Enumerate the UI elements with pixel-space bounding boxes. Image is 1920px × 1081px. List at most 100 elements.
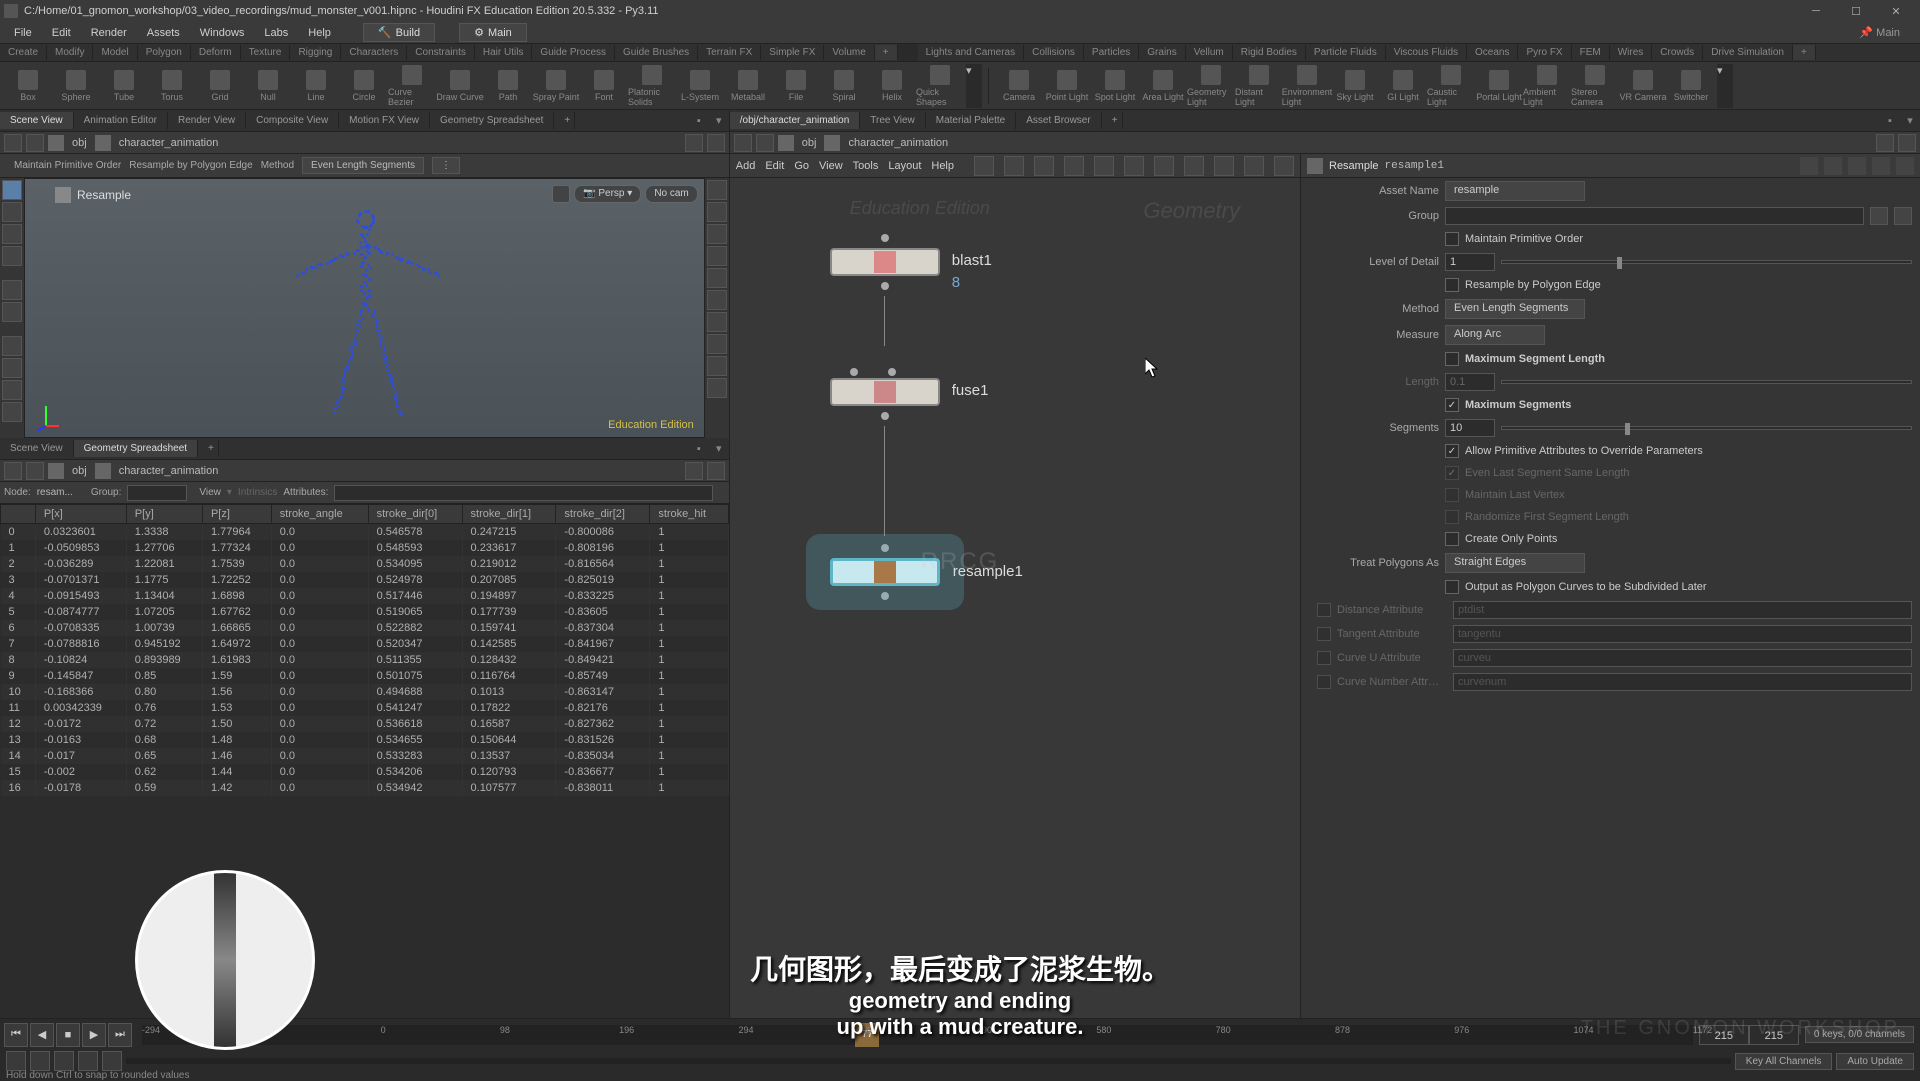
maxlen-checkbox[interactable] xyxy=(1445,352,1459,366)
shelf-tab[interactable]: Modify xyxy=(47,45,93,60)
shelf-tool[interactable]: VR Camera xyxy=(1619,64,1667,108)
shelf-tool[interactable]: Ambient Light xyxy=(1523,64,1571,108)
shelf-tool[interactable]: Draw Curve xyxy=(436,64,484,108)
group-arrow-icon[interactable] xyxy=(1894,207,1912,225)
viewport[interactable]: Resample 📷 Persp ▾ No cam Education Edit… xyxy=(24,178,705,438)
net-tool-icon[interactable] xyxy=(1124,156,1144,176)
shelf-tool[interactable]: Curve Bezier xyxy=(388,64,436,108)
obj-icon[interactable] xyxy=(48,135,64,151)
group-input[interactable] xyxy=(1445,207,1864,225)
shelf-tab[interactable]: Oceans xyxy=(1467,45,1518,60)
shelf-tab[interactable]: Drive Simulation xyxy=(1703,45,1793,60)
shelf-tool[interactable]: Spiral xyxy=(820,64,868,108)
net-menu-edit[interactable]: Edit xyxy=(765,160,784,172)
bb-icon[interactable] xyxy=(78,1051,98,1071)
column-header[interactable]: P[y] xyxy=(126,505,202,524)
tool-icon[interactable] xyxy=(2,336,22,356)
table-row[interactable]: 13-0.01630.681.480.00.5346550.150644-0.8… xyxy=(1,732,729,748)
createpoints-checkbox[interactable] xyxy=(1445,532,1459,546)
net-tool-icon[interactable] xyxy=(1004,156,1024,176)
shelf-tool[interactable]: Stereo Camera xyxy=(1571,64,1619,108)
net-tool-icon[interactable] xyxy=(974,156,994,176)
gear-icon[interactable] xyxy=(1800,157,1818,175)
nav-fwd-icon[interactable] xyxy=(26,134,44,152)
table-row[interactable]: 6-0.07083351.007391.668650.00.5228820.15… xyxy=(1,620,729,636)
shelf-tool[interactable]: Null xyxy=(244,64,292,108)
pane-menu-icon[interactable]: ▾ xyxy=(709,111,729,131)
table-row[interactable]: 7-0.07888160.9451921.649720.00.5203470.1… xyxy=(1,636,729,652)
tool-icon[interactable] xyxy=(2,224,22,244)
intrinsics-label[interactable]: Intrinsics xyxy=(238,487,277,498)
net-menu-tools[interactable]: Tools xyxy=(853,160,879,172)
shelf-tab[interactable]: Vellum xyxy=(1186,45,1233,60)
arrow-tool-icon[interactable] xyxy=(2,280,22,300)
shelf-tool[interactable]: Metaball xyxy=(724,64,772,108)
column-header[interactable]: stroke_angle xyxy=(271,505,368,524)
method-select[interactable]: Even Length Segments xyxy=(1445,299,1585,319)
column-header[interactable] xyxy=(1,505,36,524)
curveu-checkbox[interactable] xyxy=(1317,651,1331,665)
segments-input[interactable]: 10 xyxy=(1445,419,1495,437)
expand-icon[interactable] xyxy=(707,462,725,480)
pane-maximize-icon[interactable]: ▪ xyxy=(1880,111,1900,131)
shelf-tool[interactable]: Sphere xyxy=(52,64,100,108)
shelf-tab[interactable]: Terrain FX xyxy=(698,45,761,60)
table-row[interactable]: 8-0.108240.8939891.619830.00.5113550.128… xyxy=(1,652,729,668)
shelf-tool[interactable]: Caustic Light xyxy=(1427,64,1475,108)
shelf-tool[interactable]: Switcher xyxy=(1667,64,1715,108)
shelf-tab[interactable]: Texture xyxy=(241,45,291,60)
play-play-icon[interactable]: ▶ xyxy=(82,1023,106,1047)
table-row[interactable]: 10-0.1683660.801.560.00.4946880.1013-0.8… xyxy=(1,684,729,700)
tool-icon[interactable] xyxy=(2,380,22,400)
display-tool-icon[interactable] xyxy=(707,202,727,222)
shelf-dropdown-left[interactable]: ▾ xyxy=(966,64,982,108)
lod-input[interactable]: 1 xyxy=(1445,253,1495,271)
net-path-node[interactable]: character_animation xyxy=(844,137,952,149)
close-button[interactable]: ✕ xyxy=(1876,0,1916,22)
display-tool-icon[interactable] xyxy=(707,180,727,200)
play-first-icon[interactable]: ⏮ xyxy=(4,1023,28,1047)
minimize-button[interactable]: ─ xyxy=(1796,0,1836,22)
bb-icon[interactable] xyxy=(30,1051,50,1071)
shelf-tool[interactable]: Spray Paint xyxy=(532,64,580,108)
shelf-tab-add-right[interactable]: + xyxy=(1793,45,1816,60)
lock-tool-icon[interactable] xyxy=(2,302,22,322)
vh-resample[interactable]: Resample by Polygon Edge xyxy=(129,160,252,171)
table-row[interactable]: 12-0.01720.721.500.00.5366180.16587-0.82… xyxy=(1,716,729,732)
shelf-tab[interactable]: Volume xyxy=(824,45,874,60)
shelf-tool[interactable]: Geometry Light xyxy=(1187,64,1235,108)
menu-windows[interactable]: Windows xyxy=(192,25,253,41)
display-tool-icon[interactable] xyxy=(707,268,727,288)
pane-tab[interactable]: Asset Browser xyxy=(1016,112,1101,129)
maintain-checkbox[interactable] xyxy=(1445,232,1459,246)
table-row[interactable]: 00.03236011.33381.779640.00.5465780.2472… xyxy=(1,524,729,541)
shelf-tab[interactable]: Create xyxy=(0,45,47,60)
shelf-tab[interactable]: FEM xyxy=(1572,45,1610,60)
shelf-tab[interactable]: Grains xyxy=(1139,45,1185,60)
shelf-tool[interactable]: Portal Light xyxy=(1475,64,1523,108)
net-tool-icon[interactable] xyxy=(1184,156,1204,176)
path-obj2[interactable]: obj xyxy=(68,465,91,477)
pane-tab[interactable]: Tree View xyxy=(860,112,925,129)
pane-tab-add[interactable]: + xyxy=(198,440,219,457)
pane-maximize-icon[interactable]: ▪ xyxy=(689,111,709,131)
shelf-tool[interactable]: Point Light xyxy=(1043,64,1091,108)
auto-update-button[interactable]: Auto Update xyxy=(1836,1053,1914,1070)
tool-icon[interactable] xyxy=(2,202,22,222)
net-menu-go[interactable]: Go xyxy=(794,160,809,172)
shelf-tool[interactable]: Platonic Solids xyxy=(628,64,676,108)
spreadsheet-table[interactable]: P[x]P[y]P[z]stroke_anglestroke_dir[0]str… xyxy=(0,504,729,1050)
maxseg-checkbox[interactable] xyxy=(1445,398,1459,412)
treat-select[interactable]: Straight Edges xyxy=(1445,553,1585,573)
shelf-tab[interactable]: Particles xyxy=(1084,45,1139,60)
pane-tab[interactable]: Material Palette xyxy=(926,112,1016,129)
display-tool-icon[interactable] xyxy=(707,334,727,354)
param-node-name[interactable]: resample1 xyxy=(1385,160,1444,172)
net-tool-icon[interactable] xyxy=(1034,156,1054,176)
pane-menu-icon[interactable]: ▾ xyxy=(1900,111,1920,131)
attributes-input[interactable] xyxy=(334,485,712,501)
info-icon[interactable] xyxy=(1896,157,1914,175)
vp-lock-icon[interactable] xyxy=(552,185,570,203)
override-checkbox[interactable] xyxy=(1445,444,1459,458)
display-tool-icon[interactable] xyxy=(707,290,727,310)
